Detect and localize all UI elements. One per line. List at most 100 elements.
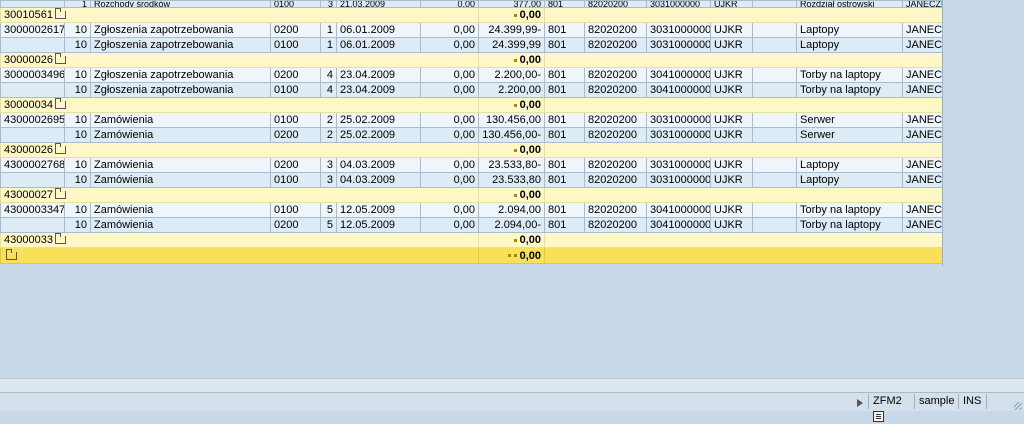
table-row[interactable]: 1 Rozchody środków 0100 3 21.03.2009 0,00 377,… (0, 0, 943, 8)
cell-desc[interactable]: Torby na laptopy (796, 202, 903, 218)
cell-org[interactable]: UJKR (710, 22, 753, 38)
cell-type[interactable]: Zamówienia (90, 217, 271, 233)
cell-c1[interactable]: 801 (544, 37, 585, 53)
cell-date[interactable]: 23.04.2009 (336, 82, 421, 98)
cell-code[interactable]: 0100 (270, 202, 321, 218)
cell-date[interactable]: 04.03.2009 (336, 157, 421, 173)
cell-c1[interactable]: 801 (544, 172, 585, 188)
cell-item[interactable]: 10 (64, 37, 91, 53)
cell-doc[interactable]: 3000003496 (0, 67, 65, 83)
cell-desc[interactable]: Laptopy (796, 157, 903, 173)
cell-acct[interactable]: 82020200 (584, 202, 647, 218)
status-expand-icon[interactable] (852, 394, 868, 409)
table-row[interactable]: 4300002695 10 Zamówienia 0100 2 25.02.2009 0,0… (0, 112, 943, 128)
cell-amount[interactable]: 2.094,00- (478, 217, 545, 233)
cell-code[interactable]: 0200 (270, 157, 321, 173)
cell-user[interactable]: JANECZEKM (902, 0, 943, 8)
cell-org[interactable]: UJKR (710, 37, 753, 53)
subtotal-row[interactable]: 30000034 0,00 (0, 97, 943, 113)
system-info-icon[interactable] (873, 410, 884, 422)
cell-acct[interactable]: 82020200 (584, 112, 647, 128)
cell-doc[interactable] (0, 172, 65, 188)
cell-amount[interactable]: 24.399,99- (478, 22, 545, 38)
cell-v1[interactable]: 0,00 (420, 217, 479, 233)
table-row[interactable]: 3000003496 10 Zgłoszenia zapotrzebowania 02… (0, 67, 943, 83)
cell-acct[interactable]: 82020200 (584, 157, 647, 173)
cell-desc[interactable]: Torby na laptopy (796, 217, 903, 233)
resize-grip-icon[interactable] (1014, 402, 1022, 410)
table-row[interactable]: 10 Zamówienia 0100 3 04.03.2009 0,00 23.533,80… (0, 172, 943, 188)
cell-doc[interactable]: 4300003347 (0, 202, 65, 218)
cell-fund[interactable]: 3031000000 (646, 22, 711, 38)
subtotal-row[interactable]: 43000026 0,00 (0, 142, 943, 158)
cell-fund[interactable]: 3031000000 (646, 112, 711, 128)
cell-fund[interactable]: 3031000000 (646, 0, 711, 8)
table-row[interactable]: 4300003347 10 Zamówienia 0100 5 12.05.2009 0,0… (0, 202, 943, 218)
cell-type[interactable]: Zamówienia (90, 172, 271, 188)
subtotal-row[interactable]: 30000026 0,00 (0, 52, 943, 68)
cell-amount[interactable]: 23.533,80- (478, 157, 545, 173)
cell-c1[interactable]: 801 (544, 67, 585, 83)
cell-user[interactable]: JANECZEKM (902, 67, 943, 83)
subtotal-row[interactable]: 43000027 0,00 (0, 187, 943, 203)
subtotal-icon[interactable] (54, 98, 66, 110)
cell-v1[interactable]: 0,00 (420, 127, 479, 143)
cell-n[interactable]: 4 (320, 67, 337, 83)
cell-type[interactable]: Zgłoszenia zapotrzebowania (90, 22, 271, 38)
cell-fund[interactable]: 3041000000 (646, 202, 711, 218)
cell-fund[interactable]: 3031000000 (646, 157, 711, 173)
cell-user[interactable]: JANECZEKM (902, 127, 943, 143)
cell-code[interactable]: 0100 (270, 0, 321, 8)
table-row[interactable]: 3000002617 10 Zgłoszenia zapotrzebowania 02… (0, 22, 943, 38)
cell-amount[interactable]: 2.200,00- (478, 67, 545, 83)
cell-date[interactable]: 21.03.2009 (336, 0, 421, 8)
cell-item[interactable]: 10 (64, 112, 91, 128)
cell-v1[interactable]: 0,00 (420, 157, 479, 173)
cell-acct[interactable]: 82020200 (584, 37, 647, 53)
cell-code[interactable]: 0200 (270, 217, 321, 233)
cell-n[interactable]: 3 (320, 172, 337, 188)
cell-desc[interactable]: Laptopy (796, 172, 903, 188)
cell-date[interactable]: 06.01.2009 (336, 22, 421, 38)
cell-fund[interactable]: 3031000000 (646, 37, 711, 53)
cell-fund[interactable]: 3041000000 (646, 82, 711, 98)
cell-c1[interactable]: 801 (544, 22, 585, 38)
subtotal-icon[interactable] (54, 188, 66, 200)
cell-amount[interactable]: 377,00 (478, 0, 545, 8)
cell-fund[interactable]: 3041000000 (646, 67, 711, 83)
cell-e1[interactable] (752, 22, 797, 38)
status-mode[interactable]: INS (958, 394, 986, 409)
cell-acct[interactable]: 82020200 (584, 127, 647, 143)
cell-fund[interactable]: 3031000000 (646, 172, 711, 188)
cell-e1[interactable] (752, 112, 797, 128)
cell-user[interactable]: JANECZEKM (902, 202, 943, 218)
cell-type[interactable]: Zgłoszenia zapotrzebowania (90, 82, 271, 98)
cell-c1[interactable]: 801 (544, 127, 585, 143)
cell-date[interactable]: 25.02.2009 (336, 127, 421, 143)
cell-e1[interactable] (752, 67, 797, 83)
subtotal-icon[interactable] (6, 248, 17, 260)
cell-n[interactable]: 1 (320, 22, 337, 38)
cell-doc[interactable] (0, 217, 65, 233)
cell-e1[interactable] (752, 82, 797, 98)
cell-e1[interactable] (752, 37, 797, 53)
cell-user[interactable]: JANECZEKM (902, 22, 943, 38)
cell-n[interactable]: 5 (320, 217, 337, 233)
cell-acct[interactable]: 82020200 (584, 0, 647, 8)
subtotal-row[interactable]: 30010561 0,00 (0, 7, 943, 23)
cell-type[interactable]: Zamówienia (90, 112, 271, 128)
cell-org[interactable]: UJKR (710, 82, 753, 98)
cell-code[interactable]: 0100 (270, 82, 321, 98)
cell-c1[interactable]: 801 (544, 217, 585, 233)
cell-user[interactable]: JANECZEKM (902, 82, 943, 98)
cell-n[interactable]: 2 (320, 127, 337, 143)
cell-acct[interactable]: 82020200 (584, 22, 647, 38)
cell-n[interactable]: 4 (320, 82, 337, 98)
cell-org[interactable]: UJKR (710, 0, 753, 8)
cell-e1[interactable] (752, 0, 797, 8)
cell-v1[interactable]: 0,00 (420, 22, 479, 38)
cell-doc[interactable]: 4300002695 (0, 112, 65, 128)
cell-v1[interactable]: 0,00 (420, 172, 479, 188)
cell-code[interactable]: 0200 (270, 22, 321, 38)
cell-n[interactable]: 3 (320, 157, 337, 173)
